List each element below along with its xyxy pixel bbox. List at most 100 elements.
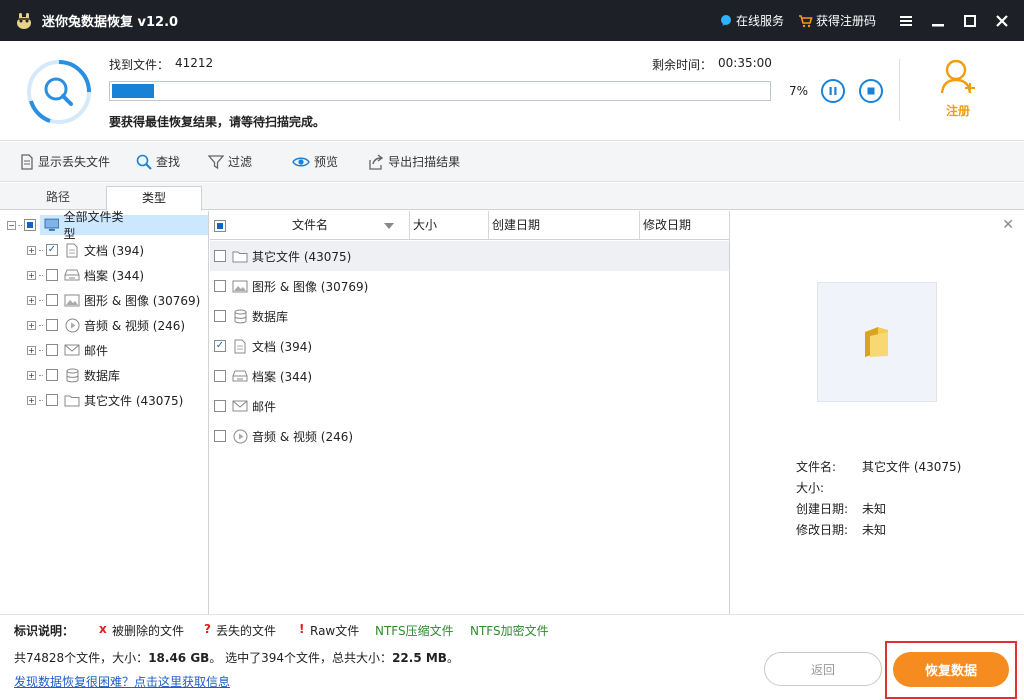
tree-item-document[interactable]: + 文档 (394) xyxy=(0,239,208,261)
column-size[interactable]: 大小 xyxy=(410,211,489,240)
computer-icon xyxy=(44,218,59,231)
file-row-checkbox[interactable] xyxy=(214,280,226,292)
tree-item-checkbox[interactable] xyxy=(46,244,58,256)
maximize-icon xyxy=(964,14,976,27)
summary-selected-size: 22.5 MB xyxy=(392,651,447,665)
expand-toggle[interactable]: + xyxy=(27,295,36,305)
archive-icon xyxy=(64,267,80,283)
recover-data-button[interactable]: 恢复数据 xyxy=(893,652,1009,687)
progress-percent: 7% xyxy=(789,84,809,98)
tree-item-checkbox[interactable] xyxy=(46,369,58,381)
preview-modified-label: 修改日期: xyxy=(796,523,849,537)
tree-item-label: 数据库 xyxy=(84,368,121,383)
export-results-button[interactable]: 导出扫描结果 xyxy=(368,153,460,170)
tree-item-checkbox[interactable] xyxy=(46,344,58,356)
register-button[interactable]: 注册 xyxy=(930,57,986,127)
cart-icon xyxy=(798,14,813,27)
minimize-button[interactable] xyxy=(922,0,954,41)
column-modified[interactable]: 修改日期 xyxy=(640,211,730,240)
summary-total-size: 18.46 GB xyxy=(148,651,210,665)
legend-deleted: 被删除的文件 xyxy=(112,624,185,638)
summary-selected-text: 。 选中了394个文件，总共大小： xyxy=(209,651,393,665)
folder-icon xyxy=(64,392,80,408)
column-created[interactable]: 创建日期 xyxy=(489,211,640,240)
scan-magnifier-icon xyxy=(27,60,91,124)
chat-icon xyxy=(720,14,731,26)
preview-modified-value: 未知 xyxy=(862,523,887,537)
select-all-checkbox[interactable] xyxy=(214,219,226,232)
tree-item-label: 图形 & 图像 (30769) xyxy=(84,293,201,308)
filter-button[interactable]: 过滤 xyxy=(208,153,252,170)
tree-item-folder[interactable]: + 其它文件 (43075) xyxy=(0,389,208,411)
tree-item-media[interactable]: + 音频 & 视频 (246) xyxy=(0,314,208,336)
file-row[interactable]: 数据库 xyxy=(210,301,729,331)
filter-label: 过滤 xyxy=(228,155,253,169)
pause-button[interactable] xyxy=(821,79,845,103)
column-name[interactable]: 文件名 xyxy=(210,211,410,240)
pause-icon xyxy=(829,87,837,95)
tree-item-checkbox[interactable] xyxy=(46,269,58,281)
tree-item-checkbox[interactable] xyxy=(46,319,58,331)
stop-icon xyxy=(867,87,875,95)
scan-progress-fill xyxy=(110,82,157,100)
online-service-link[interactable]: 在线服务 xyxy=(719,12,784,29)
found-files-count: 41212 xyxy=(175,56,214,70)
find-button[interactable]: 查找 xyxy=(136,153,180,170)
tree-item-checkbox[interactable] xyxy=(46,394,58,406)
sort-arrow-icon xyxy=(384,222,395,229)
deleted-mark-icon: x xyxy=(99,622,107,636)
media-icon xyxy=(232,428,248,444)
mail-icon xyxy=(64,342,80,358)
preview-filename-label: 文件名: xyxy=(796,460,837,474)
expand-toggle[interactable]: + xyxy=(27,370,36,380)
tree-root-row[interactable]: − 全部文件类型 xyxy=(0,210,208,241)
back-button[interactable]: 返回 xyxy=(764,652,882,686)
maximize-button[interactable] xyxy=(954,0,986,41)
help-link[interactable]: 发现数据恢复很困难？点击这里获取信息 xyxy=(14,673,230,690)
file-row-checkbox[interactable] xyxy=(214,370,226,382)
file-row-label: 图形 & 图像 (30769) xyxy=(252,279,369,294)
preview-filename-value: 其它文件 (43075) xyxy=(862,460,962,474)
file-row-checkbox[interactable] xyxy=(214,310,226,322)
tab-path[interactable]: 路径 xyxy=(10,186,106,210)
menu-button[interactable] xyxy=(890,0,922,41)
tree-item-database[interactable]: + 数据库 xyxy=(0,364,208,386)
file-row[interactable]: 其它文件 (43075) xyxy=(210,241,729,271)
expand-toggle[interactable]: + xyxy=(27,320,36,330)
app-title: 迷你兔数据恢复 v12.0 xyxy=(42,15,179,30)
filter-icon xyxy=(208,154,225,169)
tree-item-checkbox[interactable] xyxy=(46,294,58,306)
close-preview-button[interactable]: ✕ xyxy=(1002,217,1014,233)
preview-created-label: 创建日期: xyxy=(796,502,849,516)
show-lost-files-button[interactable]: 显示丢失文件 xyxy=(20,153,110,170)
tree-item-archive[interactable]: + 档案 (344) xyxy=(0,264,208,286)
file-row-label: 文档 (394) xyxy=(252,339,313,354)
legend-lost: 丢失的文件 xyxy=(216,624,277,638)
preview-button[interactable]: 预览 xyxy=(292,153,338,170)
footer: 标识说明： x 被删除的文件 ? 丢失的文件 ! Raw文件 NTFS压缩文件 … xyxy=(0,614,1024,700)
file-row-checkbox[interactable] xyxy=(214,430,226,442)
expand-toggle[interactable]: + xyxy=(27,245,36,255)
tree-root-checkbox[interactable] xyxy=(23,219,36,231)
expand-toggle[interactable]: + xyxy=(27,345,36,355)
stop-button[interactable] xyxy=(859,79,883,103)
collapse-toggle[interactable]: − xyxy=(7,220,16,230)
tree-item-mail[interactable]: + 邮件 xyxy=(0,339,208,361)
file-row-checkbox[interactable] xyxy=(214,250,226,262)
file-row-checkbox[interactable] xyxy=(214,400,226,412)
legend-title: 标识说明： xyxy=(14,624,75,638)
file-row[interactable]: 文档 (394) xyxy=(210,331,729,361)
tree-item-image[interactable]: + 图形 & 图像 (30769) xyxy=(0,289,208,311)
file-row[interactable]: 档案 (344) xyxy=(210,361,729,391)
file-row-checkbox[interactable] xyxy=(214,340,226,352)
close-button[interactable] xyxy=(986,0,1018,41)
preview-modified-row: 修改日期: 未知 xyxy=(796,521,886,538)
file-row[interactable]: 音频 & 视频 (246) xyxy=(210,421,729,451)
remaining-time-label: 剩余时间： xyxy=(652,58,713,72)
file-row[interactable]: 邮件 xyxy=(210,391,729,421)
get-code-link[interactable]: 获得注册码 xyxy=(798,12,876,29)
scan-progress-bar xyxy=(109,81,771,101)
expand-toggle[interactable]: + xyxy=(27,395,36,405)
expand-toggle[interactable]: + xyxy=(27,270,36,280)
file-row[interactable]: 图形 & 图像 (30769) xyxy=(210,271,729,301)
